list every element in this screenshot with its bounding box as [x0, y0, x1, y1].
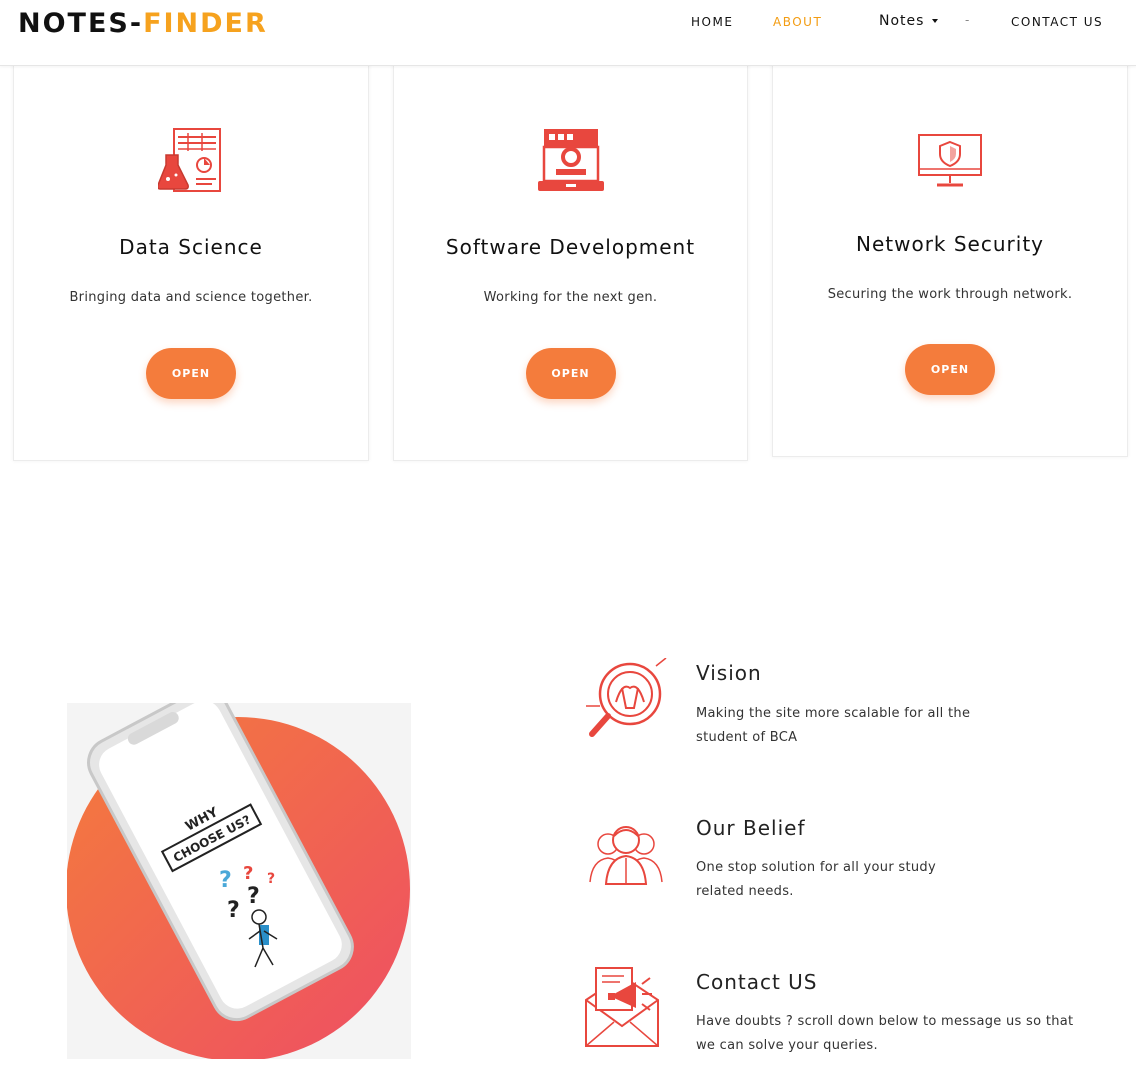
- feature-description-line: related needs.: [696, 884, 794, 899]
- why-choose-us-illustration: WHY CHOOSE US? ? ? ? ? ?: [67, 703, 411, 1059]
- logo-part-finder: FINDER: [143, 8, 268, 39]
- feature-description-line: Have doubts ? scroll down below to messa…: [696, 1014, 1074, 1029]
- logo-part-notes: NOTES-: [18, 8, 144, 39]
- feature-description-line: student of BCA: [696, 730, 798, 745]
- feature-title: Contact US: [696, 970, 818, 994]
- feature-description-line: One stop solution for all your study: [696, 860, 936, 875]
- card-title: Software Development: [445, 235, 696, 259]
- feature-description-line: Making the site more scalable for all th…: [696, 706, 971, 721]
- mail-megaphone-icon: [584, 964, 660, 1052]
- card-software-development: Software Development Working for the nex…: [393, 60, 748, 461]
- chevron-down-icon: [932, 19, 939, 23]
- feature-description-line: we can solve your queries.: [696, 1038, 878, 1053]
- card-data-science: Data Science Bringing data and science t…: [13, 60, 369, 461]
- nav-about[interactable]: ABOUT: [773, 15, 822, 29]
- card-description: Securing the work through network.: [827, 287, 1073, 302]
- nav-separator: -: [965, 13, 970, 27]
- feature-description: Have doubts ? scroll down below to messa…: [696, 1010, 1126, 1058]
- feature-title: Our Belief: [696, 816, 806, 840]
- feature-description: Making the site more scalable for all th…: [696, 702, 1126, 750]
- card-description: Working for the next gen.: [483, 290, 658, 305]
- open-software-development-button[interactable]: OPEN: [525, 348, 616, 399]
- vision-magnifier-icon: [586, 657, 668, 746]
- card-title: Data Science: [119, 235, 263, 259]
- svg-text:?: ?: [219, 868, 232, 893]
- science-lab-icon: [157, 127, 224, 199]
- card-title: Network Security: [856, 232, 1044, 256]
- feature-description: One stop solution for all your study rel…: [696, 856, 1126, 904]
- svg-text:?: ?: [227, 898, 240, 923]
- card-network-security: Network Security Securing the work throu…: [772, 60, 1128, 457]
- feature-title: Vision: [696, 661, 762, 685]
- open-data-science-button[interactable]: OPEN: [146, 348, 236, 399]
- top-navbar: NOTES-FINDER HOME ABOUT Notes - CONTACT …: [0, 0, 1136, 66]
- security-monitor-icon: [917, 133, 983, 195]
- svg-text:?: ?: [267, 871, 275, 887]
- team-people-icon: [588, 822, 664, 892]
- card-description: Bringing data and science together.: [69, 290, 313, 305]
- nav-home[interactable]: HOME: [691, 15, 733, 29]
- nav-notes-label: Notes: [879, 13, 925, 29]
- software-app-icon: [537, 127, 604, 197]
- nav-notes-dropdown[interactable]: Notes: [879, 13, 939, 29]
- open-network-security-button[interactable]: OPEN: [905, 344, 995, 395]
- svg-text:?: ?: [247, 884, 260, 909]
- svg-text:?: ?: [243, 863, 253, 884]
- site-logo[interactable]: NOTES-FINDER: [18, 8, 268, 39]
- nav-contact-us[interactable]: CONTACT US: [1011, 15, 1103, 29]
